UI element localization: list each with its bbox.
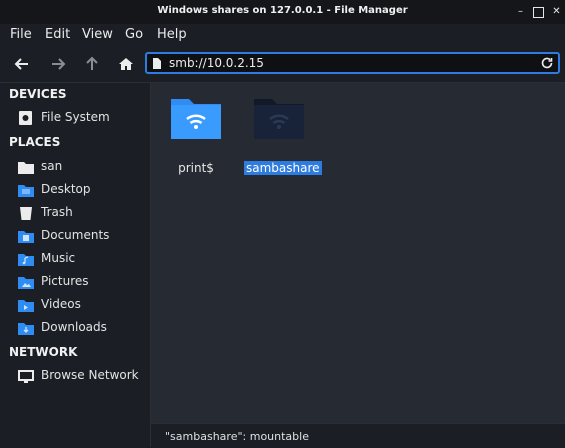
menu-help[interactable]: Help (157, 27, 187, 42)
up-button[interactable] (82, 54, 102, 74)
menu-go[interactable]: Go (125, 27, 143, 42)
sidebar-item-label: Music (41, 251, 76, 265)
sidebar-item-desktop[interactable]: Desktop (17, 180, 150, 200)
arrow-left-icon (14, 58, 28, 70)
file-name: print$ (178, 161, 214, 175)
home-icon (119, 58, 133, 70)
title-bar[interactable]: Windows shares on 127.0.0.1 - File Manag… (0, 0, 565, 24)
location-bar[interactable]: smb://10.0.2.15 (145, 52, 560, 74)
sidebar-item-label: Desktop (41, 182, 91, 196)
sidebar-item-label: Browse Network (41, 368, 139, 382)
file-view[interactable]: print$ sambashare (151, 83, 565, 423)
network-heading: NETWORK (9, 345, 78, 359)
forward-button[interactable] (48, 54, 68, 74)
home-button[interactable] (116, 54, 136, 74)
sidebar-item-label: Trash (41, 205, 73, 219)
file-name-selected: sambashare (244, 161, 322, 175)
videos-folder-icon (18, 300, 34, 312)
location-input[interactable]: smb://10.0.2.15 (169, 56, 264, 70)
sidebar-item-trash[interactable]: Trash (17, 203, 150, 223)
sidebar-item-label: File System (41, 110, 110, 124)
downloads-folder-icon (18, 323, 34, 335)
pictures-folder-icon (18, 277, 34, 289)
back-button[interactable] (12, 54, 32, 74)
status-bar: "sambashare": mountable (151, 423, 565, 448)
trash-icon (20, 207, 32, 220)
arrow-right-icon (52, 58, 66, 70)
menu-bar: File Edit View Go Help (0, 24, 565, 46)
menu-edit[interactable]: Edit (45, 27, 70, 42)
close-button[interactable]: ✕ (550, 5, 563, 18)
network-share-folder-icon (171, 99, 221, 139)
sidebar-item-label: Documents (41, 228, 110, 242)
file-manager-window: Windows shares on 127.0.0.1 - File Manag… (0, 0, 565, 448)
refresh-icon[interactable] (539, 55, 555, 71)
places-heading: PLACES (9, 135, 61, 149)
sidebar-item-home[interactable]: san (17, 157, 150, 177)
maximize-button[interactable] (533, 7, 544, 18)
sidebar-item-videos[interactable]: Videos (17, 295, 150, 315)
sidebar-item-browse-network[interactable]: Browse Network (17, 366, 150, 386)
sidebar-item-pictures[interactable]: Pictures (17, 272, 150, 292)
sidebar-item-documents[interactable]: Documents (17, 226, 150, 246)
desktop-folder-icon (18, 185, 34, 197)
sidebar-item-music[interactable]: Music (17, 249, 150, 269)
sidebar: DEVICES File System PLACES san Desktop T… (0, 83, 150, 447)
window-title: Windows shares on 127.0.0.1 - File Manag… (157, 5, 408, 16)
sidebar-item-label: san (41, 159, 63, 173)
sidebar-item-file-system[interactable]: File System (17, 108, 150, 128)
file-icon (153, 58, 161, 69)
sidebar-item-label: Videos (41, 297, 81, 311)
network-icon (18, 370, 34, 383)
documents-folder-icon (18, 231, 34, 243)
arrow-up-icon (86, 56, 98, 70)
sidebar-item-downloads[interactable]: Downloads (17, 318, 150, 338)
file-item-sambashare[interactable]: sambashare (244, 95, 322, 175)
network-share-folder-icon (254, 99, 304, 139)
menu-view[interactable]: View (82, 27, 113, 42)
devices-heading: DEVICES (9, 87, 67, 101)
sidebar-item-label: Pictures (41, 274, 89, 288)
minimize-button[interactable]: – (514, 5, 527, 18)
home-folder-icon (18, 162, 34, 174)
music-folder-icon (18, 254, 34, 266)
sidebar-item-label: Downloads (41, 320, 107, 334)
drive-icon (19, 111, 32, 125)
status-text: "sambashare": mountable (165, 430, 309, 443)
file-item-print[interactable]: print$ (161, 95, 231, 175)
menu-file[interactable]: File (10, 27, 32, 42)
